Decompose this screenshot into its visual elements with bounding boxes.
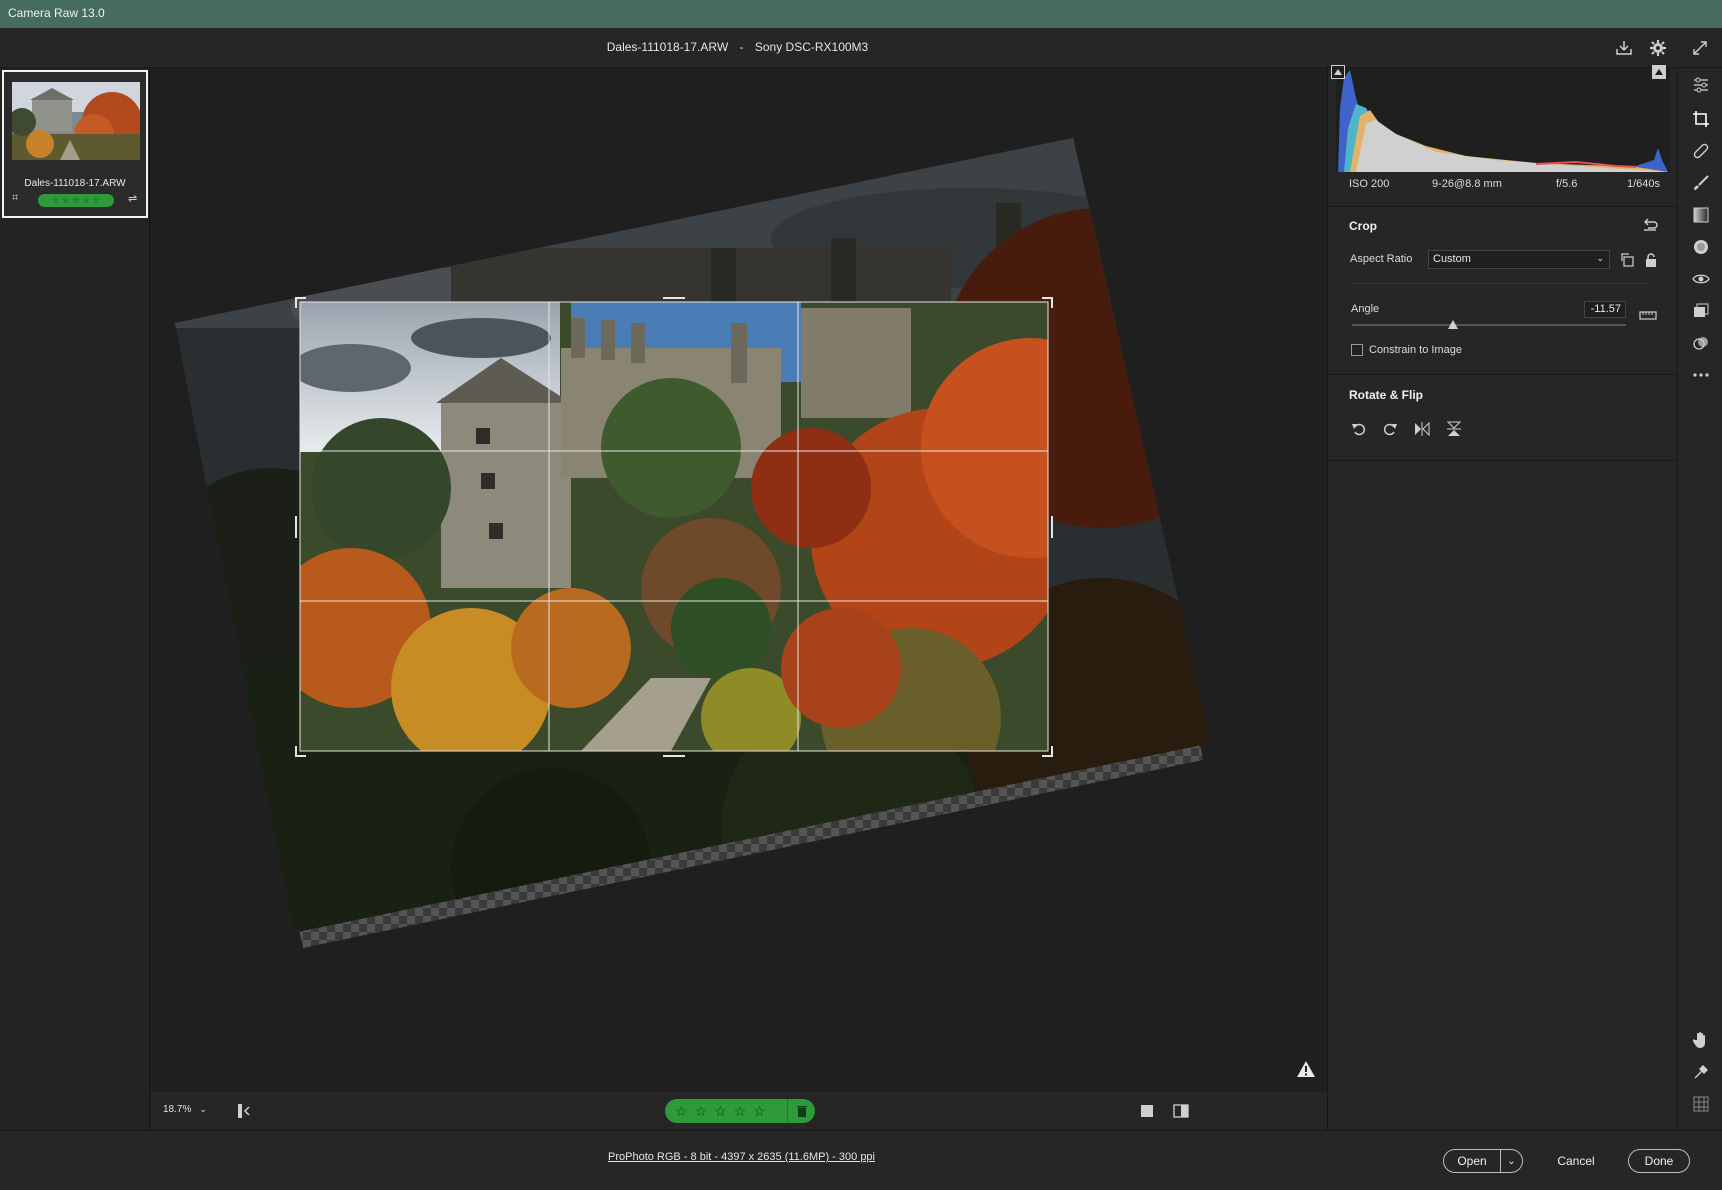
done-button[interactable]: Done xyxy=(1628,1149,1690,1173)
healing-icon[interactable] xyxy=(1690,140,1712,162)
aspect-ratio-select[interactable]: Custom ⌄ xyxy=(1428,250,1610,269)
presets-icon[interactable] xyxy=(1690,332,1712,354)
radial-filter-icon[interactable] xyxy=(1690,236,1712,258)
footer-bar: ProPhoto RGB - 8 bit - 4397 x 2635 (11.6… xyxy=(0,1130,1722,1190)
aspect-ratio-value: Custom xyxy=(1433,253,1471,265)
save-icon[interactable] xyxy=(1614,38,1634,58)
window-title: Camera Raw 13.0 xyxy=(8,6,105,20)
done-button-label: Done xyxy=(1644,1154,1674,1168)
rating-star[interactable]: ☆ xyxy=(753,1103,766,1120)
crop-section-title: Crop xyxy=(1349,219,1377,233)
aspect-ratio-label: Aspect Ratio xyxy=(1350,253,1413,265)
exif-shutter: 1/640s xyxy=(1627,178,1661,190)
thumbnail-rating[interactable]: ☆ ☆ ☆ ☆ ☆ xyxy=(38,194,114,207)
tool-strip xyxy=(1677,68,1722,1130)
rating-star[interactable]: ☆ xyxy=(62,195,70,206)
trash-icon[interactable] xyxy=(787,1099,815,1123)
filmstrip-thumbnail[interactable]: Dales-111018-17.ARW ⌗ ☆ ☆ ☆ ☆ ☆ ⇌ xyxy=(2,70,148,218)
rating-star[interactable]: ☆ xyxy=(734,1103,747,1120)
chevron-down-icon: ⌄ xyxy=(1596,253,1604,263)
brush-icon[interactable] xyxy=(1690,172,1712,194)
highlight-clipping-icon[interactable] xyxy=(1651,64,1667,80)
divider xyxy=(1328,206,1678,207)
red-eye-icon[interactable] xyxy=(1690,268,1712,290)
document-info: Dales-111018-17.ARW - Sony DSC-RX100M3 xyxy=(0,40,1475,54)
thumbnail-image xyxy=(12,82,140,160)
divider xyxy=(1328,460,1678,461)
rating-star[interactable]: ☆ xyxy=(675,1103,688,1120)
more-icon[interactable] xyxy=(1690,364,1712,386)
rating-bar: ☆ ☆ ☆ ☆ ☆ xyxy=(665,1099,815,1123)
edits-badge-icon: ⇌ xyxy=(128,193,138,205)
snapshots-icon[interactable] xyxy=(1690,300,1712,322)
chevron-down-icon: ⌄ xyxy=(199,1104,207,1114)
angle-slider-thumb[interactable] xyxy=(1448,320,1458,329)
crop-badge-icon: ⌗ xyxy=(12,192,19,204)
camera-model: Sony DSC-RX100M3 xyxy=(754,40,869,54)
document-header: Dales-111018-17.ARW - Sony DSC-RX100M3 xyxy=(0,28,1722,68)
flip-horizontal-icon[interactable] xyxy=(1412,419,1432,439)
zoom-dropdown[interactable]: 18.7% ⌄ xyxy=(163,1104,207,1115)
open-button[interactable]: Open ⌄ xyxy=(1443,1149,1523,1173)
chevron-down-icon[interactable]: ⌄ xyxy=(1500,1150,1522,1172)
rating-star[interactable]: ☆ xyxy=(52,195,60,206)
thumbnail-filename: Dales-111018-17.ARW xyxy=(24,178,126,189)
rotate-right-icon[interactable] xyxy=(1380,419,1400,439)
constrain-label: Constrain to Image xyxy=(1369,344,1462,356)
filmstrip: Dales-111018-17.ARW ⌗ ☆ ☆ ☆ ☆ ☆ ⇌ xyxy=(0,68,150,1130)
toggle-filmstrip-icon[interactable] xyxy=(235,1101,255,1121)
angle-input[interactable]: -11.57 xyxy=(1584,301,1626,318)
angle-label: Angle xyxy=(1351,303,1380,315)
exif-iso: ISO 200 xyxy=(1349,178,1390,190)
constrain-checkbox[interactable] xyxy=(1351,344,1363,356)
document-filename: Dales-111018-17.ARW xyxy=(606,40,729,54)
exif-info: ISO 200 9-26@8.8 mm f/5.6 1/640s xyxy=(1328,178,1678,196)
before-after-icon[interactable] xyxy=(1171,1101,1191,1121)
straighten-tool-icon[interactable] xyxy=(1638,305,1658,325)
zoom-level: 18.7% xyxy=(163,1104,192,1115)
exif-lens: 9-26@8.8 mm xyxy=(1432,178,1502,190)
workflow-options-link[interactable]: ProPhoto RGB - 8 bit - 4397 x 2635 (11.6… xyxy=(608,1151,875,1163)
rating-star[interactable]: ☆ xyxy=(695,1103,708,1120)
crop-icon[interactable] xyxy=(1690,108,1712,130)
rating-star[interactable]: ☆ xyxy=(82,195,90,206)
open-button-label: Open xyxy=(1457,1154,1487,1168)
rating-star[interactable]: ☆ xyxy=(72,195,80,206)
color-sampler-icon[interactable] xyxy=(1690,1061,1712,1083)
divider xyxy=(1350,283,1650,284)
cancel-button-label: Cancel xyxy=(1557,1154,1595,1168)
grid-icon[interactable] xyxy=(1690,1093,1712,1115)
single-view-icon[interactable] xyxy=(1137,1101,1157,1121)
lock-aspect-icon[interactable] xyxy=(1641,250,1661,270)
rating-star[interactable]: ☆ xyxy=(92,195,100,206)
image-canvas[interactable] xyxy=(151,68,1327,1092)
rotate-flip-title: Rotate & Flip xyxy=(1349,388,1423,402)
canvas-bottombar: 18.7% ⌄ ☆ ☆ ☆ ☆ ☆ xyxy=(151,1092,1327,1130)
warning-icon[interactable] xyxy=(1296,1060,1318,1080)
histogram xyxy=(1336,68,1670,172)
edit-sliders-icon[interactable] xyxy=(1690,74,1712,96)
hand-icon[interactable] xyxy=(1690,1029,1712,1051)
exif-aperture: f/5.6 xyxy=(1556,178,1578,190)
divider xyxy=(1328,374,1678,375)
flip-vertical-icon[interactable] xyxy=(1444,419,1464,439)
angle-slider-track[interactable] xyxy=(1352,324,1626,326)
photo-preview xyxy=(175,138,1211,948)
shadow-clipping-icon[interactable] xyxy=(1330,64,1346,80)
window-titlebar: Camera Raw 13.0 xyxy=(0,0,1722,28)
reset-crop-icon[interactable] xyxy=(1640,215,1660,235)
document-separator: - xyxy=(739,40,744,54)
swap-orientation-icon[interactable] xyxy=(1618,250,1638,270)
fullscreen-icon[interactable] xyxy=(1690,38,1710,58)
cancel-button[interactable]: Cancel xyxy=(1548,1149,1604,1173)
rotate-left-icon[interactable] xyxy=(1349,419,1369,439)
edit-panel: ISO 200 9-26@8.8 mm f/5.6 1/640s Crop As… xyxy=(1327,65,1678,1130)
settings-gear-icon[interactable] xyxy=(1648,38,1668,58)
linear-gradient-icon[interactable] xyxy=(1690,204,1712,226)
rating-star[interactable]: ☆ xyxy=(714,1103,727,1120)
